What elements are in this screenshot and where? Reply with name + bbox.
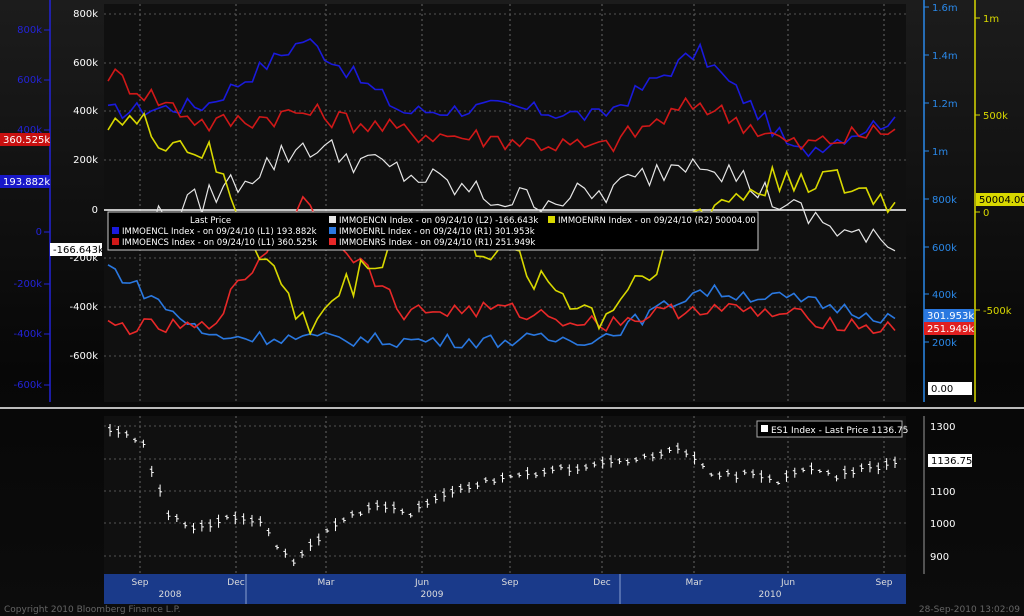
left-outer-tick-label: -200k: [14, 279, 43, 290]
legend-swatch: [112, 227, 119, 234]
x-month-label: Sep: [132, 578, 149, 588]
left-outer-tick-label: -600k: [14, 380, 43, 391]
price-tick-label: 1000: [930, 519, 955, 530]
x-month-label: Dec: [593, 578, 610, 588]
legend-entry: IMMOENRL Index - on 09/24/10 (R1) 301.95…: [339, 227, 535, 237]
x-month-label: Mar: [686, 578, 703, 588]
tag-enrn: 50004.00: [979, 195, 1024, 206]
timestamp-text: 28-Sep-2010 13:02:09: [918, 605, 1020, 615]
chart-canvas: 800k 600k 400k 200k 0 -200k -400k -600k 800k 600k…: [0, 0, 1024, 604]
left-outer-tick-label: -400k: [14, 329, 43, 340]
upper-panel-bg: [104, 4, 906, 402]
legend-entry: IMMOENCS Index - on 09/24/10 (L1) 360.52…: [122, 238, 317, 248]
legend-entry: IMMOENRS Index - on 09/24/10 (R1) 251.94…: [339, 238, 535, 248]
legend-header: Last Price: [190, 216, 231, 226]
right1-tick-label: 1.4m: [932, 51, 958, 62]
left-inner-tick-label: -600k: [70, 351, 99, 362]
legend-swatch: [329, 227, 336, 234]
tag-encs: 360.525k: [3, 135, 50, 146]
right1-tick-label: 1m: [932, 147, 948, 158]
right1-tick-label: 1.6m: [932, 3, 958, 14]
legend-entry: IMMOENRN Index - on 09/24/10 (R2) 50004.…: [558, 216, 756, 226]
tag-encn: -166.643k: [53, 245, 104, 256]
x-month-label: Sep: [502, 578, 519, 588]
legend-swatch: [548, 216, 555, 223]
x-month-label: Dec: [227, 578, 244, 588]
tag-encl: 193.882k: [3, 177, 50, 188]
price-legend-swatch: [761, 425, 768, 432]
left-inner-tick-label: 0: [92, 205, 98, 216]
tag-price: 1136.75: [931, 456, 972, 467]
x-month-label: Jun: [780, 578, 795, 588]
left-outer-tick-label: 0: [36, 227, 42, 238]
legend-swatch: [112, 238, 119, 245]
right1-tick-label: 400k: [932, 290, 957, 301]
left-inner-tick-label: 600k: [73, 58, 98, 69]
left-inner-tick-label: 800k: [73, 9, 98, 20]
price-legend-text: ES1 Index - Last Price 1136.75: [771, 426, 908, 436]
legend: Last PriceIMMOENCL Index - on 09/24/10 (…: [107, 211, 759, 251]
left-inner-tick-label: 400k: [73, 106, 98, 117]
tag-zero: 0.00: [931, 384, 953, 395]
x-year-label: 2009: [421, 590, 444, 600]
left-inner-tick-label: -400k: [70, 302, 99, 313]
legend-entry: IMMOENCN Index - on 09/24/10 (L2) -166.6…: [339, 216, 538, 226]
x-month-label: Sep: [876, 578, 893, 588]
price-tick-label: 1100: [930, 487, 955, 498]
lower-panel-bg: [104, 416, 906, 574]
x-month-label: Jun: [414, 578, 429, 588]
x-year-label: 2010: [759, 590, 782, 600]
legend-entry: IMMOENCL Index - on 09/24/10 (L1) 193.88…: [122, 227, 317, 237]
x-month-label: Mar: [318, 578, 335, 588]
left-inner-tick-label: 200k: [73, 155, 98, 166]
price-tick-label: 900: [930, 552, 949, 563]
right1-tick-label: 600k: [932, 243, 957, 254]
tag-enrl: 301.953k: [927, 311, 974, 322]
right1-tick-label: 200k: [932, 338, 957, 349]
copyright-text: Copyright 2010 Bloomberg Finance L.P.: [4, 605, 181, 615]
bloomberg-chart-window: 800k 600k 400k 200k 0 -200k -400k -600k 800k 600k…: [0, 0, 1024, 616]
right2-tick-label: 1m: [983, 14, 999, 25]
left-outer-tick-label: 800k: [17, 25, 42, 36]
price-tick-label: 1300: [930, 422, 955, 433]
legend-swatch: [329, 216, 336, 223]
right1-tick-label: 1.2m: [932, 99, 958, 110]
left-outer-tick-label: 600k: [17, 75, 42, 86]
right1-tick-label: 800k: [932, 195, 957, 206]
x-year-label: 2008: [159, 590, 182, 600]
legend-swatch: [329, 238, 336, 245]
right2-tick-label: -500k: [983, 306, 1012, 317]
tag-enrs: 251.949k: [927, 324, 974, 335]
right2-tick-label: 500k: [983, 111, 1008, 122]
right2-tick-label: 0: [983, 208, 989, 219]
